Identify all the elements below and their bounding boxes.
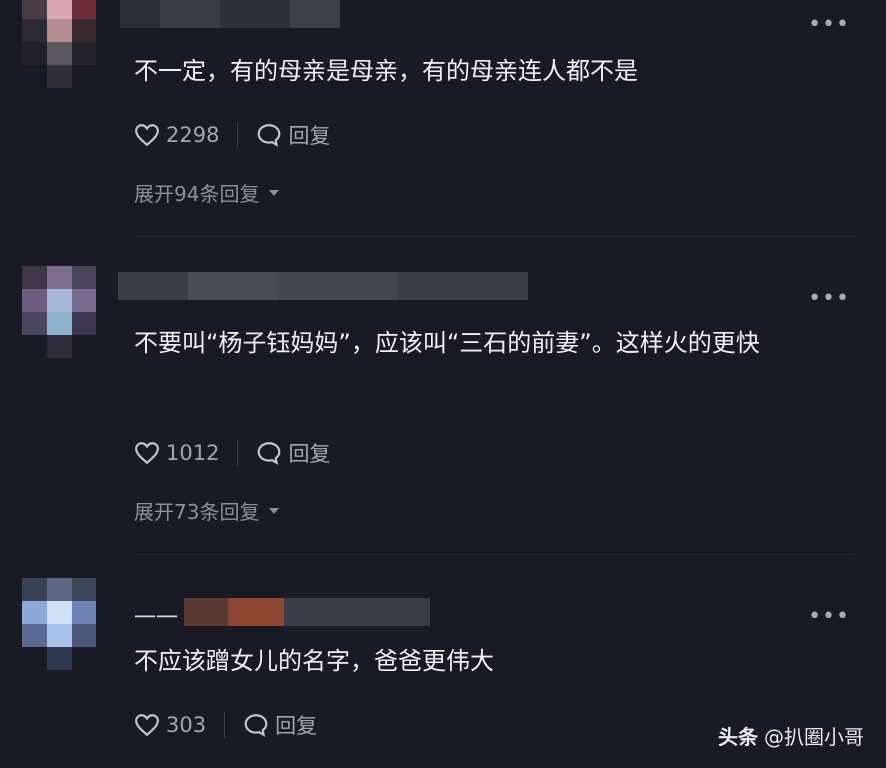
like-count: 2298 (166, 123, 220, 147)
comment-actions: 2298 回复 (134, 120, 330, 150)
comment-text: 不一定，有的母亲是母亲，有的母亲连人都不是 (134, 57, 638, 85)
username-blurred[interactable] (184, 598, 430, 626)
avatar[interactable] (22, 266, 96, 358)
more-options-icon[interactable]: ••• (808, 286, 850, 311)
comment-text: 不要叫“杨子钰妈妈”，应该叫“三石的前妻”。这样火的更快 (134, 329, 760, 357)
expand-replies-label: 展开73条回复 (134, 500, 260, 524)
like-count: 1012 (166, 441, 220, 465)
caret-down-icon (269, 189, 280, 196)
reply-button[interactable]: 回复 (256, 120, 330, 150)
comment-bubble-icon (258, 442, 281, 465)
expand-replies-button[interactable]: 展开73条回复 (134, 496, 280, 525)
caret-down-icon (269, 507, 280, 514)
reply-button[interactable]: 回复 (256, 438, 330, 468)
reply-label: 回复 (288, 124, 331, 148)
avatar[interactable] (22, 0, 96, 88)
like-button[interactable]: 2298 (134, 123, 219, 147)
heart-icon (135, 124, 159, 147)
more-options-icon[interactable]: ••• (808, 12, 850, 37)
username-blurred[interactable] (120, 0, 340, 28)
divider (237, 440, 239, 466)
avatar[interactable] (22, 578, 96, 670)
comment-actions: 1012 回复 (134, 438, 330, 468)
comment-actions: 303 回复 (134, 710, 317, 740)
comment-bubble-icon (244, 714, 268, 737)
heart-icon (135, 442, 159, 465)
username-blurred[interactable] (118, 272, 528, 300)
like-count: 303 (166, 713, 207, 737)
comment-separator (134, 554, 854, 555)
expand-replies-button[interactable]: 展开94条回复 (134, 178, 280, 207)
reply-button[interactable]: 回复 (243, 710, 317, 740)
username-prefix[interactable]: 一一 (134, 600, 178, 632)
expand-replies-label: 展开94条回复 (134, 182, 260, 206)
reply-label: 回复 (275, 714, 318, 738)
divider (237, 122, 239, 148)
watermark-brand: 头条 (718, 725, 758, 749)
comment-bubble-icon (258, 124, 281, 147)
comment-text: 不应该蹭女儿的名字，爸爸更伟大 (134, 647, 494, 675)
watermark: 头条 @扒圈小哥 (718, 721, 864, 750)
comment-separator (134, 236, 854, 237)
like-button[interactable]: 1012 (134, 441, 219, 465)
watermark-handle: @扒圈小哥 (764, 725, 864, 749)
more-options-icon[interactable]: ••• (808, 604, 850, 629)
like-button[interactable]: 303 (134, 713, 206, 737)
heart-icon (135, 714, 159, 737)
reply-label: 回复 (288, 442, 331, 466)
divider (224, 712, 226, 738)
